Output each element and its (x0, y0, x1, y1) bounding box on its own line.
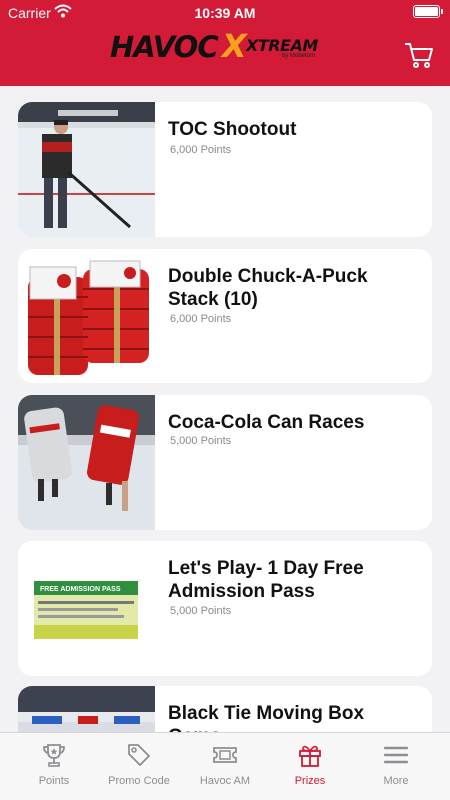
prize-title: TOC Shootout (168, 119, 297, 140)
prize-title: Double Chuck-A-Puck Stack (10) (168, 266, 368, 310)
admission-pass-thumb-text: FREE ADMISSION PASS (40, 586, 121, 593)
prize-card-chuck-a-puck[interactable]: Double Chuck-A-Puck Stack (10) 6,000 Poi… (18, 249, 432, 383)
battery-icon (413, 5, 443, 18)
tab-more[interactable]: More (353, 733, 439, 800)
prize-title: Let's Play- 1 Day Free Admission Pass (168, 558, 364, 602)
tab-label: Prizes (294, 775, 326, 787)
status-time: 10:39 AM (194, 5, 256, 21)
prize-thumbnail (18, 102, 155, 237)
prize-points: 6,000 Points (170, 313, 232, 325)
havoc-xtream-logo: HAVOC X XTREAM by Mobetom (110, 27, 340, 65)
gift-icon (299, 745, 321, 767)
logo-brand: HAVOC (110, 30, 219, 64)
prize-thumbnail: FREE ADMISSION PASS (18, 541, 155, 676)
prize-points: 5,000 Points (170, 435, 232, 447)
cart-icon[interactable] (404, 41, 434, 69)
prize-card-toc-shootout[interactable]: TOC Shootout 6,000 Points (18, 102, 432, 237)
tab-label: More (383, 775, 409, 787)
logo-x-mark: X (222, 27, 247, 65)
tab-prizes[interactable]: Prizes (267, 733, 353, 800)
tab-label: Promo Code (108, 775, 170, 787)
tab-label: Havoc AM (199, 775, 251, 787)
prize-points: 5,000 Points (170, 605, 232, 617)
trophy-icon (43, 744, 65, 767)
prize-title: Coca-Cola Can Races (168, 412, 365, 433)
tab-promo-code[interactable]: Promo Code (96, 733, 182, 800)
tab-points[interactable]: Points (11, 733, 97, 800)
tab-bar: Points Promo Code Havoc AM Prizes More (0, 732, 450, 800)
ticket-icon (213, 747, 237, 763)
prize-thumbnail (18, 249, 155, 383)
tag-icon (128, 744, 150, 766)
app-header: Carrier 10:39 AM HAVOC X XTREAM by Mobet… (0, 0, 450, 86)
prize-points: 6,000 Points (170, 144, 232, 156)
prize-card-coca-cola-can-races[interactable]: Coca-Cola Can Races 5,000 Points (18, 395, 432, 530)
tab-label: Points (38, 775, 70, 787)
menu-icon (383, 746, 409, 764)
prize-thumbnail (18, 395, 155, 530)
status-bar: Carrier 10:39 AM (0, 0, 450, 26)
prize-card-admission-pass[interactable]: FREE ADMISSION PASS Let's Play- 1 Day Fr… (18, 541, 432, 676)
tab-havoc-am[interactable]: Havoc AM (182, 733, 268, 800)
logo-by-line: by Mobetom (282, 53, 316, 59)
